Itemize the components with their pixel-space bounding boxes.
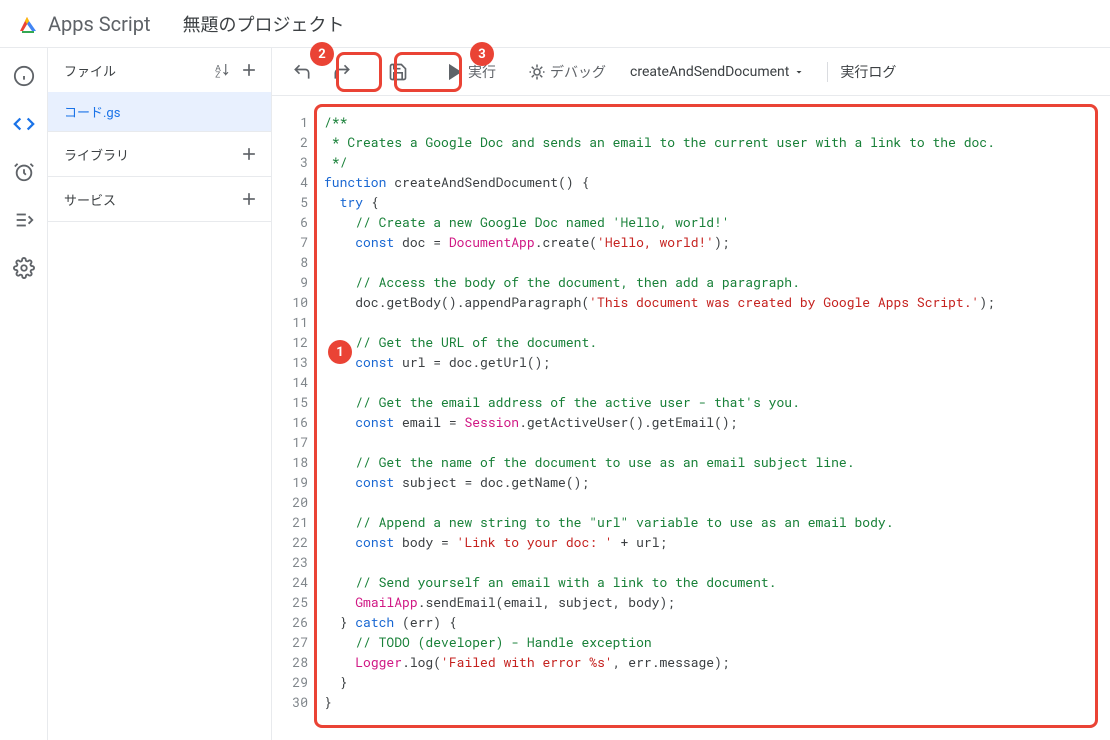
libraries-header: ライブラリ (48, 132, 271, 176)
editor-toolbar: 実行 デバッグ createAndSendDocument 実行ログ 2 3 (272, 48, 1110, 96)
execution-log-button[interactable]: 実行ログ (827, 62, 908, 82)
files-header: ファイル AZ (48, 48, 271, 92)
file-item[interactable]: コード.gs (48, 92, 271, 131)
line-gutter: 1234567891011121314151617181920212223242… (280, 112, 316, 732)
save-button[interactable] (380, 54, 416, 90)
left-rail (0, 48, 48, 740)
logo: Apps Script (16, 12, 151, 36)
code-content[interactable]: /** * Creates a Google Doc and sends an … (316, 112, 1102, 732)
run-label: 実行 (468, 62, 496, 82)
triggers-icon[interactable] (12, 160, 36, 184)
redo-button[interactable] (324, 54, 360, 90)
editor-icon[interactable] (12, 112, 36, 136)
function-name: createAndSendDocument (630, 64, 789, 80)
debug-button[interactable]: デバッグ (518, 54, 616, 90)
add-service-icon[interactable] (239, 189, 259, 209)
undo-button[interactable] (284, 54, 320, 90)
files-label: ファイル (64, 61, 116, 80)
project-title[interactable]: 無題のプロジェクト (183, 11, 345, 37)
app-name: Apps Script (48, 12, 151, 36)
files-sidebar: ファイル AZ コード.gs ライブラリ サービス (48, 48, 272, 740)
app-header: Apps Script 無題のプロジェクト (0, 0, 1110, 48)
function-selector[interactable]: createAndSendDocument (620, 64, 815, 80)
debug-label: デバッグ (550, 62, 606, 82)
editor-area: 実行 デバッグ createAndSendDocument 実行ログ 2 3 1… (272, 48, 1110, 740)
services-label: サービス (64, 190, 116, 209)
services-header: サービス (48, 177, 271, 221)
libraries-label: ライブラリ (64, 145, 129, 164)
apps-script-logo-icon (16, 12, 40, 36)
overview-icon[interactable] (12, 64, 36, 88)
code-editor[interactable]: 1234567891011121314151617181920212223242… (272, 96, 1110, 740)
svg-text:Z: Z (215, 71, 220, 80)
dropdown-icon (793, 66, 805, 78)
settings-icon[interactable] (12, 256, 36, 280)
executions-icon[interactable] (12, 208, 36, 232)
run-button[interactable]: 実行 (436, 54, 506, 90)
add-file-icon[interactable] (239, 60, 259, 80)
sort-icon[interactable]: AZ (213, 61, 231, 79)
add-library-icon[interactable] (239, 144, 259, 164)
